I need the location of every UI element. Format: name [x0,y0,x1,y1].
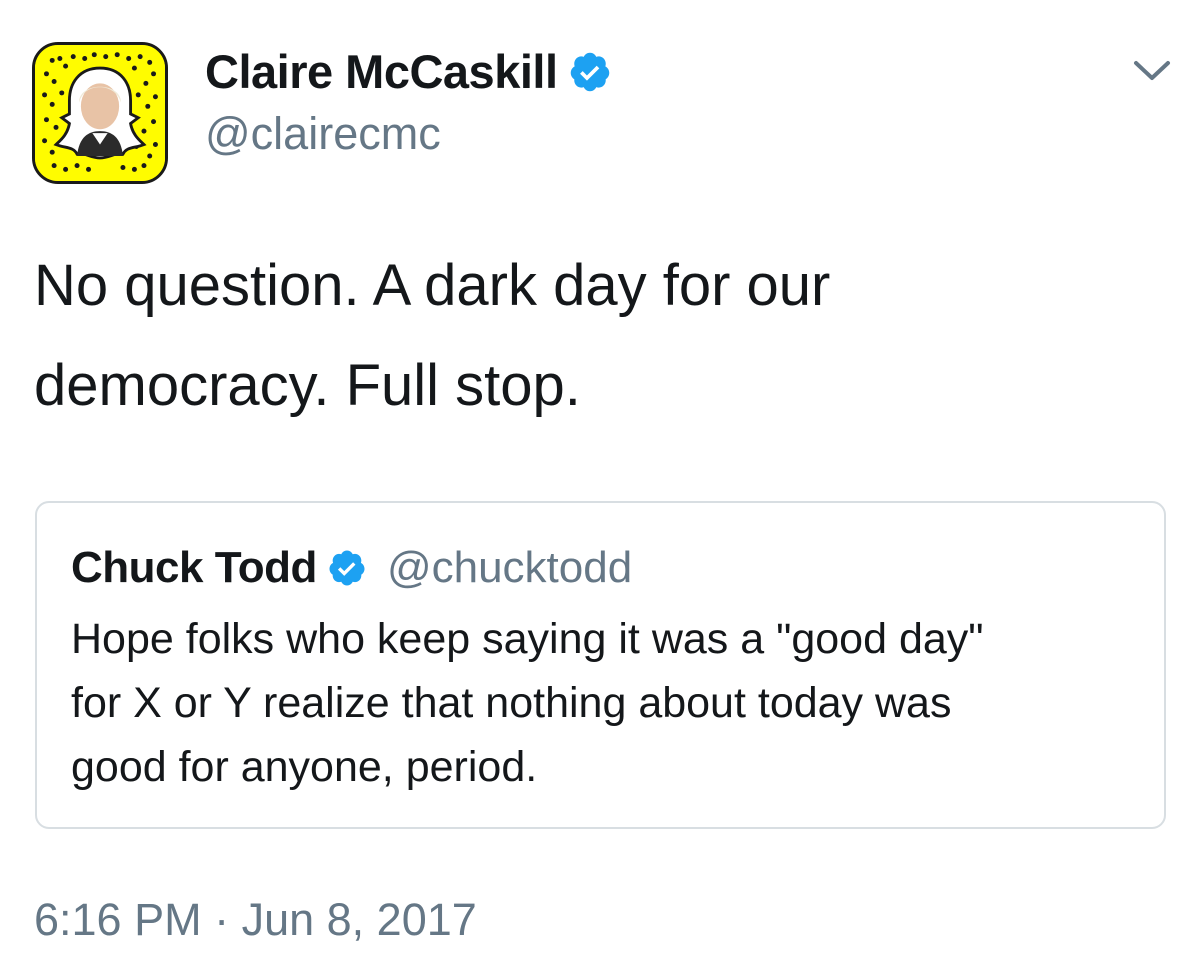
author-handle[interactable]: @clairecmc [205,108,441,160]
avatar[interactable] [32,42,168,184]
quoted-text-line: Hope folks who keep saying it was a "goo… [71,615,984,663]
quoted-author-handle: @chucktodd [386,543,633,592]
author-name[interactable]: Claire McCaskill [205,44,558,99]
verified-badge-icon [327,548,367,588]
tweet-text-line: democracy. Full stop. [34,353,581,418]
quoted-tweet-header: Chuck Todd @chucktodd [71,543,632,593]
snapcode-avatar-icon [35,45,165,181]
verified-badge-icon [568,50,612,94]
quoted-text-line: for X or Y realize that nothing about to… [71,679,952,727]
tweet-text: No question. A dark day for our democrac… [34,236,1134,436]
author-name-row[interactable]: Claire McCaskill [205,44,612,99]
quoted-author-name: Chuck Todd [71,543,317,592]
tweet-timestamp[interactable]: 6:16 PM · Jun 8, 2017 [34,894,477,946]
chevron-down-icon[interactable] [1132,58,1172,84]
quoted-tweet-card[interactable]: Chuck Todd @chucktodd Hope folks who kee… [35,501,1166,829]
quoted-tweet-text: Hope folks who keep saying it was a "goo… [71,607,1151,799]
tweet-text-line: No question. A dark day for our [34,253,831,318]
quoted-text-line: good for anyone, period. [71,743,538,791]
